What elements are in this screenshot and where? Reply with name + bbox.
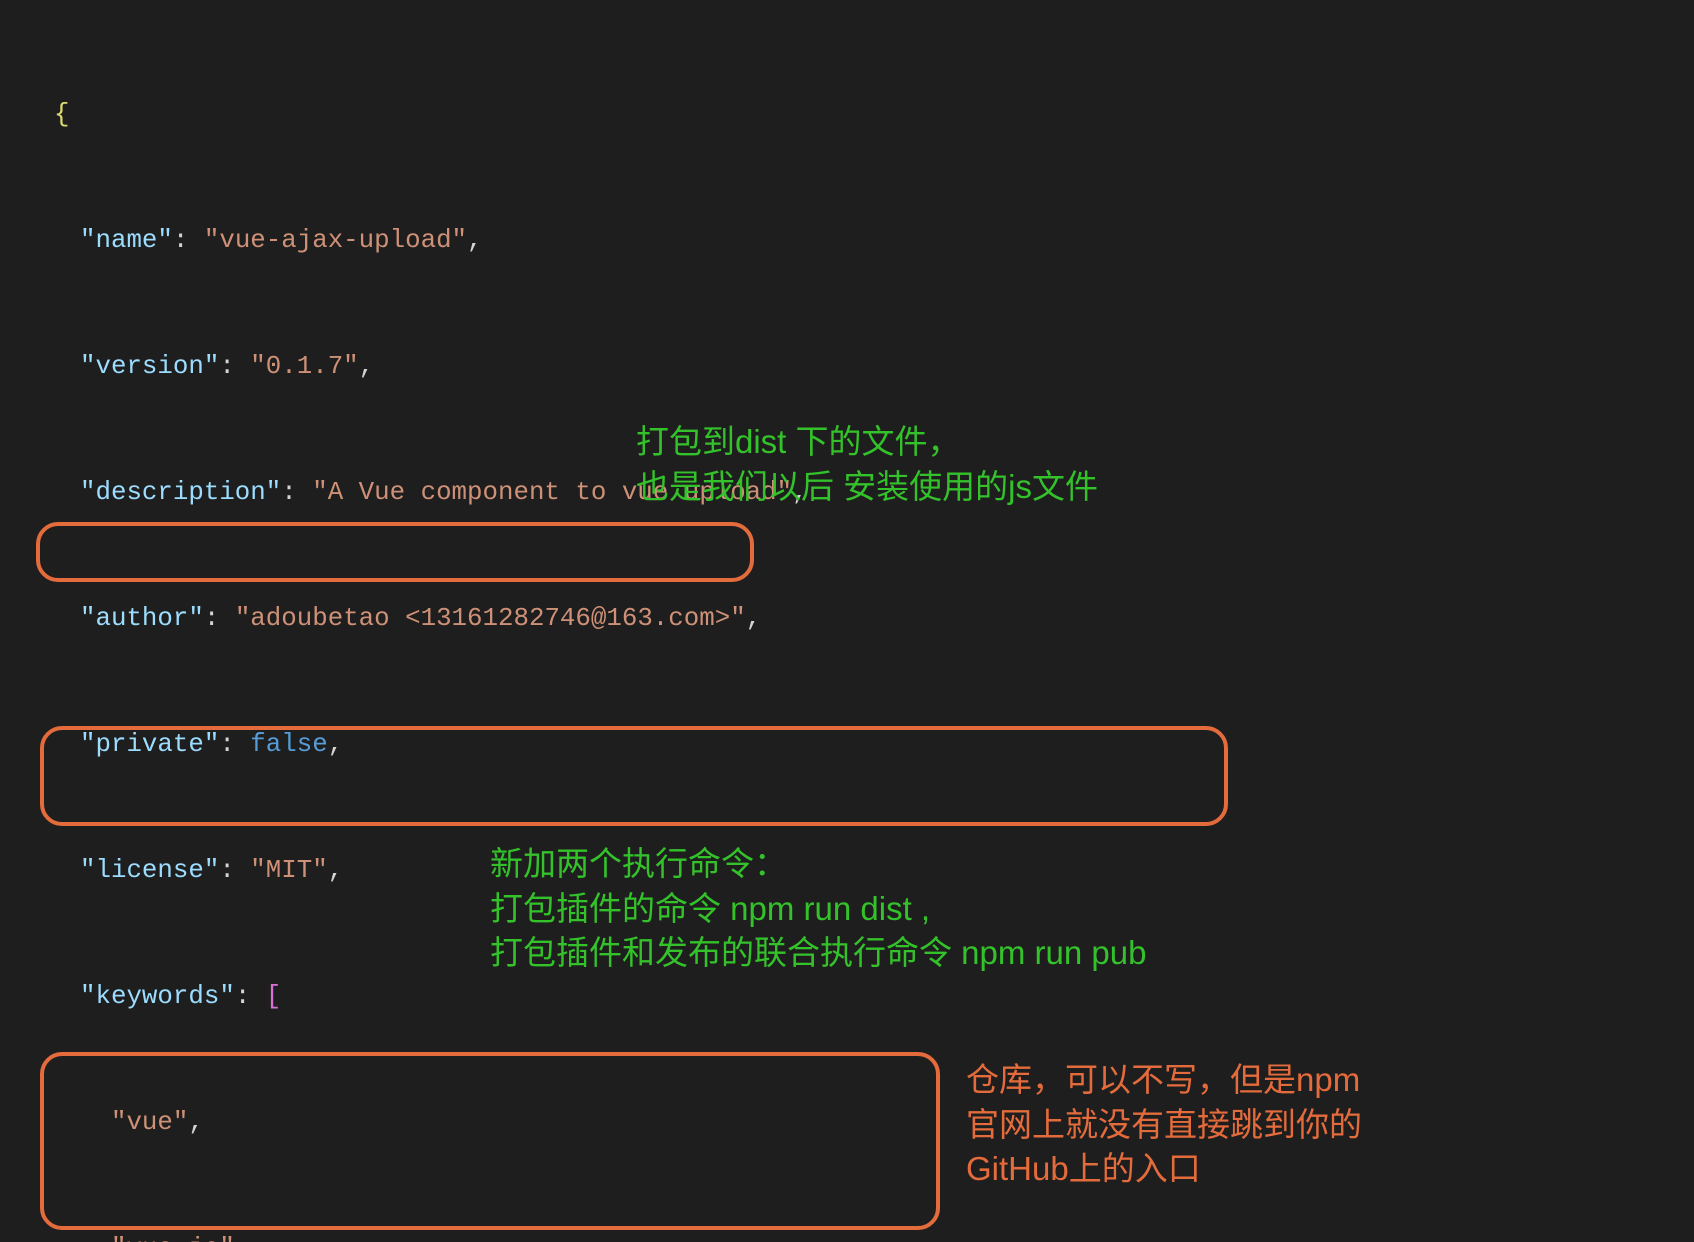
code-line: "author": "adoubetao <13161282746@163.co…: [28, 598, 1694, 640]
code-line: "vue.js",: [28, 1228, 1694, 1242]
code-line: "keywords": [: [28, 976, 1694, 1018]
annotation-new-commands: 新加两个执行命令： 打包插件的命令 npm run dist , 打包插件和发布…: [490, 842, 1290, 976]
code-line: "name": "vue-ajax-upload",: [28, 220, 1694, 262]
code-line: "version": "0.1.7",: [28, 346, 1694, 388]
code-line: {: [28, 94, 1694, 136]
annotation-dist-file: 打包到dist 下的文件， 也是我们以后 安装使用的js文件: [636, 420, 1256, 509]
code-line: "private": false,: [28, 724, 1694, 766]
annotation-repository: 仓库，可以不写，但是npm 官网上就没有直接跳到你的 GitHub上的入口: [966, 1058, 1486, 1192]
code-editor[interactable]: { "name": "vue-ajax-upload", "version": …: [0, 0, 1694, 1242]
